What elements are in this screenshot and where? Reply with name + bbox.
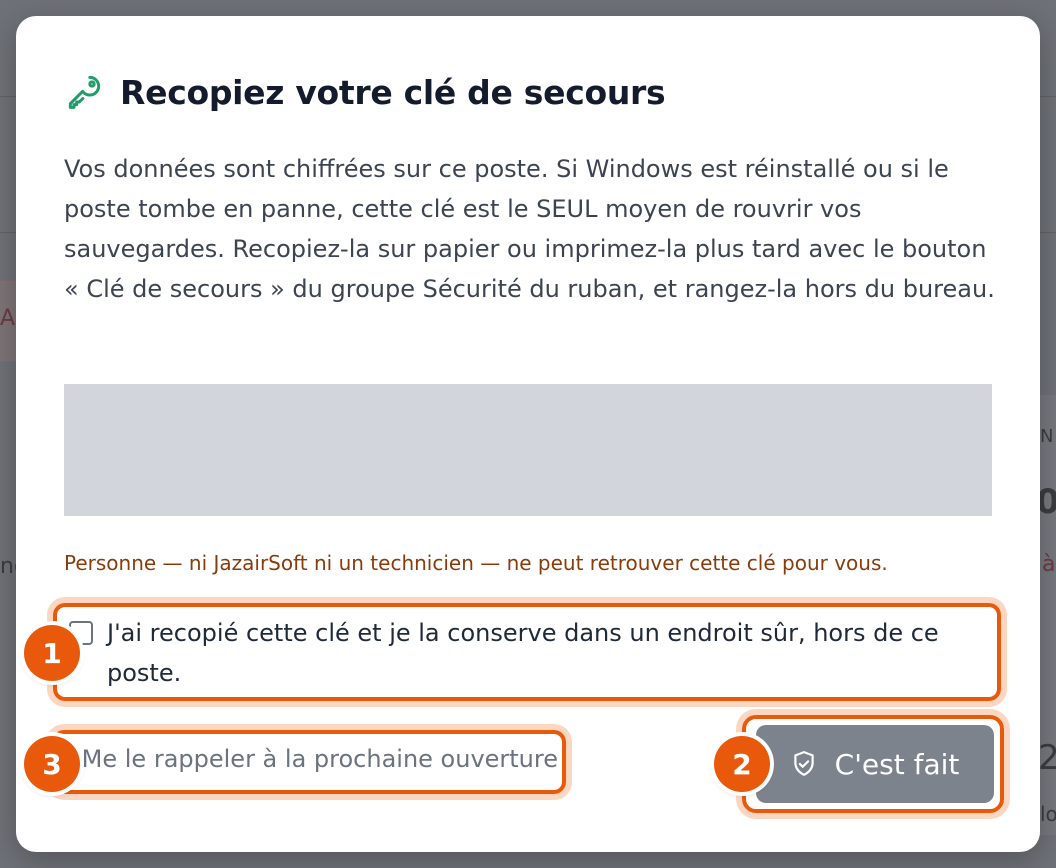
recovery-key-dialog: Recopiez votre clé de secours Vos donnée…	[16, 16, 1040, 852]
background-text-fragment: A	[0, 306, 16, 331]
confirm-checkbox-label[interactable]: J'ai recopié cette clé et je la conserve…	[107, 613, 987, 693]
confirm-checkbox-row[interactable]: J'ai recopié cette clé et je la conserve…	[53, 603, 1001, 701]
shield-check-icon	[791, 750, 817, 778]
done-button-highlight: C'est fait	[742, 715, 1004, 813]
recovery-key-display	[64, 384, 992, 516]
background-text-fragment: N	[1040, 426, 1054, 447]
remind-later-highlight: Me le rappeler à la prochaine ouverture	[52, 730, 566, 794]
step-badge-2: 2	[714, 736, 770, 792]
remind-later-link[interactable]: Me le rappeler à la prochaine ouverture	[56, 745, 562, 773]
background-text-fragment: lo	[1040, 802, 1056, 826]
step-badge-1: 1	[24, 625, 80, 681]
done-button[interactable]: C'est fait	[756, 725, 994, 803]
dialog-header: Recopiez votre clé de secours	[64, 72, 666, 112]
step-badge-3: 3	[24, 736, 80, 792]
background-text-fragment: 27	[1038, 738, 1056, 778]
dialog-description: Vos données sont chiffrées sur ce poste.…	[64, 155, 995, 303]
background-text-fragment: à	[1042, 552, 1056, 577]
warning-text: Personne — ni JazairSoft ni un technicie…	[64, 551, 888, 575]
done-button-label: C'est fait	[834, 747, 960, 781]
dialog-title: Recopiez votre clé de secours	[120, 72, 666, 112]
key-icon	[64, 72, 104, 112]
